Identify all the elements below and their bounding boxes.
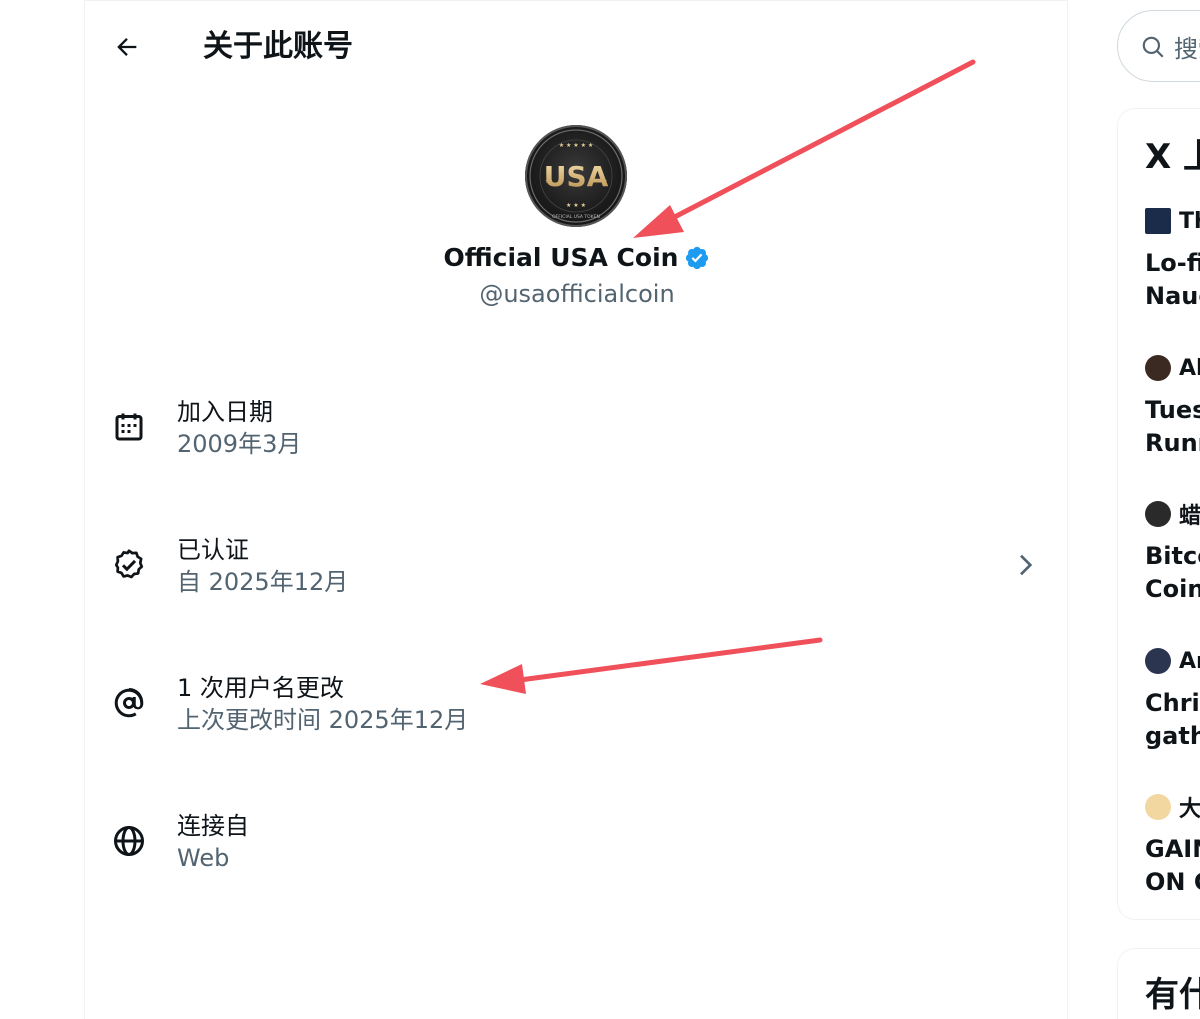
who-to-follow-title: 有什 bbox=[1145, 975, 1200, 1015]
display-name: Official USA Coin bbox=[443, 243, 679, 272]
verified-badge-icon bbox=[111, 547, 147, 583]
verified-icon bbox=[686, 246, 709, 270]
trend-text: Lo-fi bbox=[1145, 249, 1200, 277]
info-value: 上次更改时间 2025年12月 bbox=[177, 706, 469, 734]
trending-card: X 上 Th Lo-fi Naug Al Tues Runn 蜡 Bitco C… bbox=[1117, 108, 1200, 920]
trend-text: GAIN bbox=[1145, 835, 1200, 863]
info-verified[interactable]: 已认证 自 2025年12月 bbox=[85, 519, 1069, 611]
trend-item[interactable]: 大 GAIN ON G bbox=[1145, 793, 1200, 899]
page-title: 关于此账号 bbox=[203, 29, 353, 64]
at-sign-icon bbox=[111, 685, 147, 721]
svg-text:★ ★ ★: ★ ★ ★ bbox=[566, 202, 586, 209]
search-input[interactable]: 搜索 bbox=[1117, 10, 1200, 82]
trend-text: Chris bbox=[1145, 689, 1200, 717]
handle: @usaofficialcoin bbox=[479, 280, 675, 308]
avatar-ring-text: OFFICIAL USA TOKEN bbox=[552, 214, 600, 220]
calendar-icon bbox=[111, 409, 147, 445]
trend-item[interactable]: Al Tues Runn bbox=[1145, 354, 1200, 460]
trend-source: Ar bbox=[1179, 648, 1200, 674]
trend-source: 蜡 bbox=[1179, 504, 1200, 529]
arrow-left-icon bbox=[117, 38, 137, 56]
info-value: Web bbox=[177, 844, 230, 872]
info-joined-date: 加入日期 2009年3月 bbox=[85, 381, 1069, 473]
trend-item[interactable]: 蜡 Bitco Coin bbox=[1145, 500, 1200, 606]
info-username-changes: 1 次用户名更改 上次更改时间 2025年12月 bbox=[85, 657, 1069, 749]
trend-item[interactable]: Ar Chris gathe bbox=[1145, 647, 1200, 753]
back-button[interactable] bbox=[107, 27, 147, 67]
header: 关于此账号 bbox=[85, 1, 1067, 91]
avatar[interactable]: ★ ★ ★ ★ ★ ★ ★ ★ ★ ★ USA OFFICIAL USA TOK… bbox=[525, 125, 627, 227]
trend-text: gathe bbox=[1145, 722, 1200, 750]
avatar-logo-text: USA bbox=[544, 160, 609, 193]
trend-source: Al bbox=[1179, 355, 1200, 381]
info-value: 自 2025年12月 bbox=[177, 568, 349, 596]
who-to-follow-card: 有什 bbox=[1117, 948, 1200, 1019]
display-name-row: Official USA Coin bbox=[85, 241, 1069, 275]
trend-text: ON G bbox=[1145, 868, 1200, 896]
about-account-panel: 关于此账号 ★ ★ ★ ★ ★ ★ ★ ★ ★ ★ USA OFFICIAL U… bbox=[84, 0, 1068, 1019]
trend-item[interactable]: Th Lo-fi Naug bbox=[1145, 207, 1200, 313]
trending-title: X 上 bbox=[1145, 137, 1200, 177]
trend-text: Tues bbox=[1145, 396, 1200, 424]
svg-text:★ ★ ★ ★ ★: ★ ★ ★ ★ ★ bbox=[559, 142, 594, 149]
info-label: 连接自 bbox=[177, 812, 249, 840]
search-icon bbox=[1142, 36, 1164, 58]
source-avatar bbox=[1145, 208, 1171, 234]
source-avatar bbox=[1145, 501, 1171, 527]
trend-text: Coin bbox=[1145, 575, 1200, 603]
source-avatar bbox=[1145, 794, 1171, 820]
chevron-right-icon[interactable] bbox=[1009, 549, 1041, 581]
source-avatar bbox=[1145, 648, 1171, 674]
trend-source: 大 bbox=[1179, 797, 1200, 822]
info-connected-via: 连接自 Web bbox=[85, 795, 1069, 887]
info-label: 加入日期 bbox=[177, 398, 273, 426]
info-value: 2009年3月 bbox=[177, 430, 302, 458]
trend-text: Bitco bbox=[1145, 542, 1200, 570]
trend-text: Naug bbox=[1145, 282, 1200, 310]
info-label: 已认证 bbox=[177, 536, 249, 564]
info-label: 1 次用户名更改 bbox=[177, 674, 344, 702]
source-avatar bbox=[1145, 355, 1171, 381]
trend-source: Th bbox=[1179, 208, 1200, 234]
globe-icon bbox=[111, 823, 147, 859]
search-placeholder: 搜索 bbox=[1174, 35, 1200, 63]
trend-text: Runn bbox=[1145, 429, 1200, 457]
